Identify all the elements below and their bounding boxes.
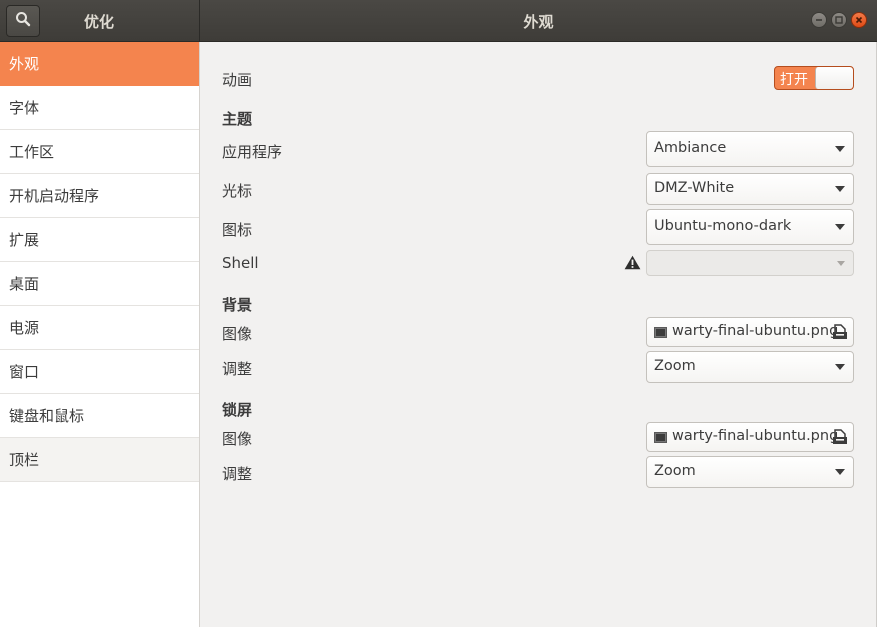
- maximize-icon: [835, 16, 843, 24]
- background-adjust-dropdown[interactable]: Zoom: [646, 351, 854, 383]
- minimize-button[interactable]: [811, 12, 827, 28]
- icons-theme-dropdown[interactable]: Ubuntu-mono-dark: [646, 209, 854, 245]
- sidebar: 外观 字体 工作区 开机启动程序 扩展 桌面 电源 窗口 键盘和鼠标 顶栏: [0, 42, 200, 627]
- search-icon: [15, 11, 31, 31]
- animation-label: 动画: [222, 71, 253, 89]
- sidebar-item-extensions[interactable]: 扩展: [0, 218, 199, 262]
- chevron-down-icon: [835, 469, 845, 475]
- lockscreen-image-chooser[interactable]: warty-final-ubuntu.png: [646, 422, 854, 452]
- close-button[interactable]: [851, 12, 867, 28]
- shell-theme-dropdown[interactable]: [646, 250, 854, 276]
- search-button[interactable]: [6, 5, 40, 37]
- shell-theme-label: Shell: [222, 254, 259, 272]
- chevron-down-icon: [837, 261, 845, 266]
- cursor-theme-dropdown[interactable]: DMZ-White: [646, 173, 854, 205]
- sidebar-item-startup-applications[interactable]: 开机启动程序: [0, 174, 199, 218]
- chevron-down-icon: [835, 146, 845, 152]
- chevron-down-icon: [835, 224, 845, 230]
- lockscreen-image-label: 图像: [222, 430, 253, 448]
- sidebar-item-desktop[interactable]: 桌面: [0, 262, 199, 306]
- warning-icon: [624, 255, 641, 274]
- sidebar-item-top-bar[interactable]: 顶栏: [0, 438, 199, 482]
- background-image-chooser[interactable]: warty-final-ubuntu.png: [646, 317, 854, 347]
- document-open-icon: [832, 324, 848, 344]
- background-heading: 背景: [222, 296, 253, 314]
- background-image-filename: warty-final-ubuntu.png: [672, 323, 839, 339]
- image-file-icon: [654, 327, 667, 338]
- background-adjust-value: Zoom: [654, 358, 696, 374]
- switch-knob: [815, 67, 853, 89]
- chevron-down-icon: [835, 186, 845, 192]
- lockscreen-adjust-value: Zoom: [654, 463, 696, 479]
- window-controls: [811, 12, 867, 28]
- animation-switch-text: 打开: [780, 72, 808, 88]
- cursor-theme-value: DMZ-White: [654, 180, 735, 196]
- sidebar-item-power[interactable]: 电源: [0, 306, 199, 350]
- lockscreen-heading: 锁屏: [222, 401, 253, 419]
- applications-theme-value: Ambiance: [654, 140, 727, 156]
- main-content: 动画 打开 主题 应用程序 Ambiance 光标 DMZ-White 图标 U…: [201, 42, 877, 627]
- lockscreen-adjust-dropdown[interactable]: Zoom: [646, 456, 854, 488]
- themes-heading: 主题: [222, 110, 253, 128]
- header-bar: 优化 外观: [0, 0, 877, 42]
- lockscreen-adjust-label: 调整: [222, 465, 253, 483]
- sidebar-header: 优化: [0, 0, 200, 42]
- page-title: 外观: [523, 13, 554, 31]
- applications-theme-label: 应用程序: [222, 143, 283, 161]
- close-icon: [855, 16, 863, 24]
- sidebar-item-keyboard-mouse[interactable]: 键盘和鼠标: [0, 394, 199, 438]
- applications-theme-dropdown[interactable]: Ambiance: [646, 131, 854, 167]
- icons-theme-label: 图标: [222, 221, 253, 239]
- sidebar-item-windows[interactable]: 窗口: [0, 350, 199, 394]
- cursor-theme-label: 光标: [222, 182, 253, 200]
- icons-theme-value: Ubuntu-mono-dark: [654, 218, 792, 234]
- sidebar-item-fonts[interactable]: 字体: [0, 86, 199, 130]
- sidebar-item-workspaces[interactable]: 工作区: [0, 130, 199, 174]
- app-title: 优化: [83, 13, 114, 31]
- animation-switch[interactable]: 打开: [774, 66, 854, 90]
- image-file-icon: [654, 432, 667, 443]
- sidebar-item-appearance[interactable]: 外观: [0, 42, 199, 86]
- background-adjust-label: 调整: [222, 360, 253, 378]
- document-open-icon: [832, 429, 848, 449]
- minimize-icon: [815, 16, 823, 24]
- maximize-button[interactable]: [831, 12, 847, 28]
- chevron-down-icon: [835, 364, 845, 370]
- lockscreen-image-filename: warty-final-ubuntu.png: [672, 428, 839, 444]
- background-image-label: 图像: [222, 325, 253, 343]
